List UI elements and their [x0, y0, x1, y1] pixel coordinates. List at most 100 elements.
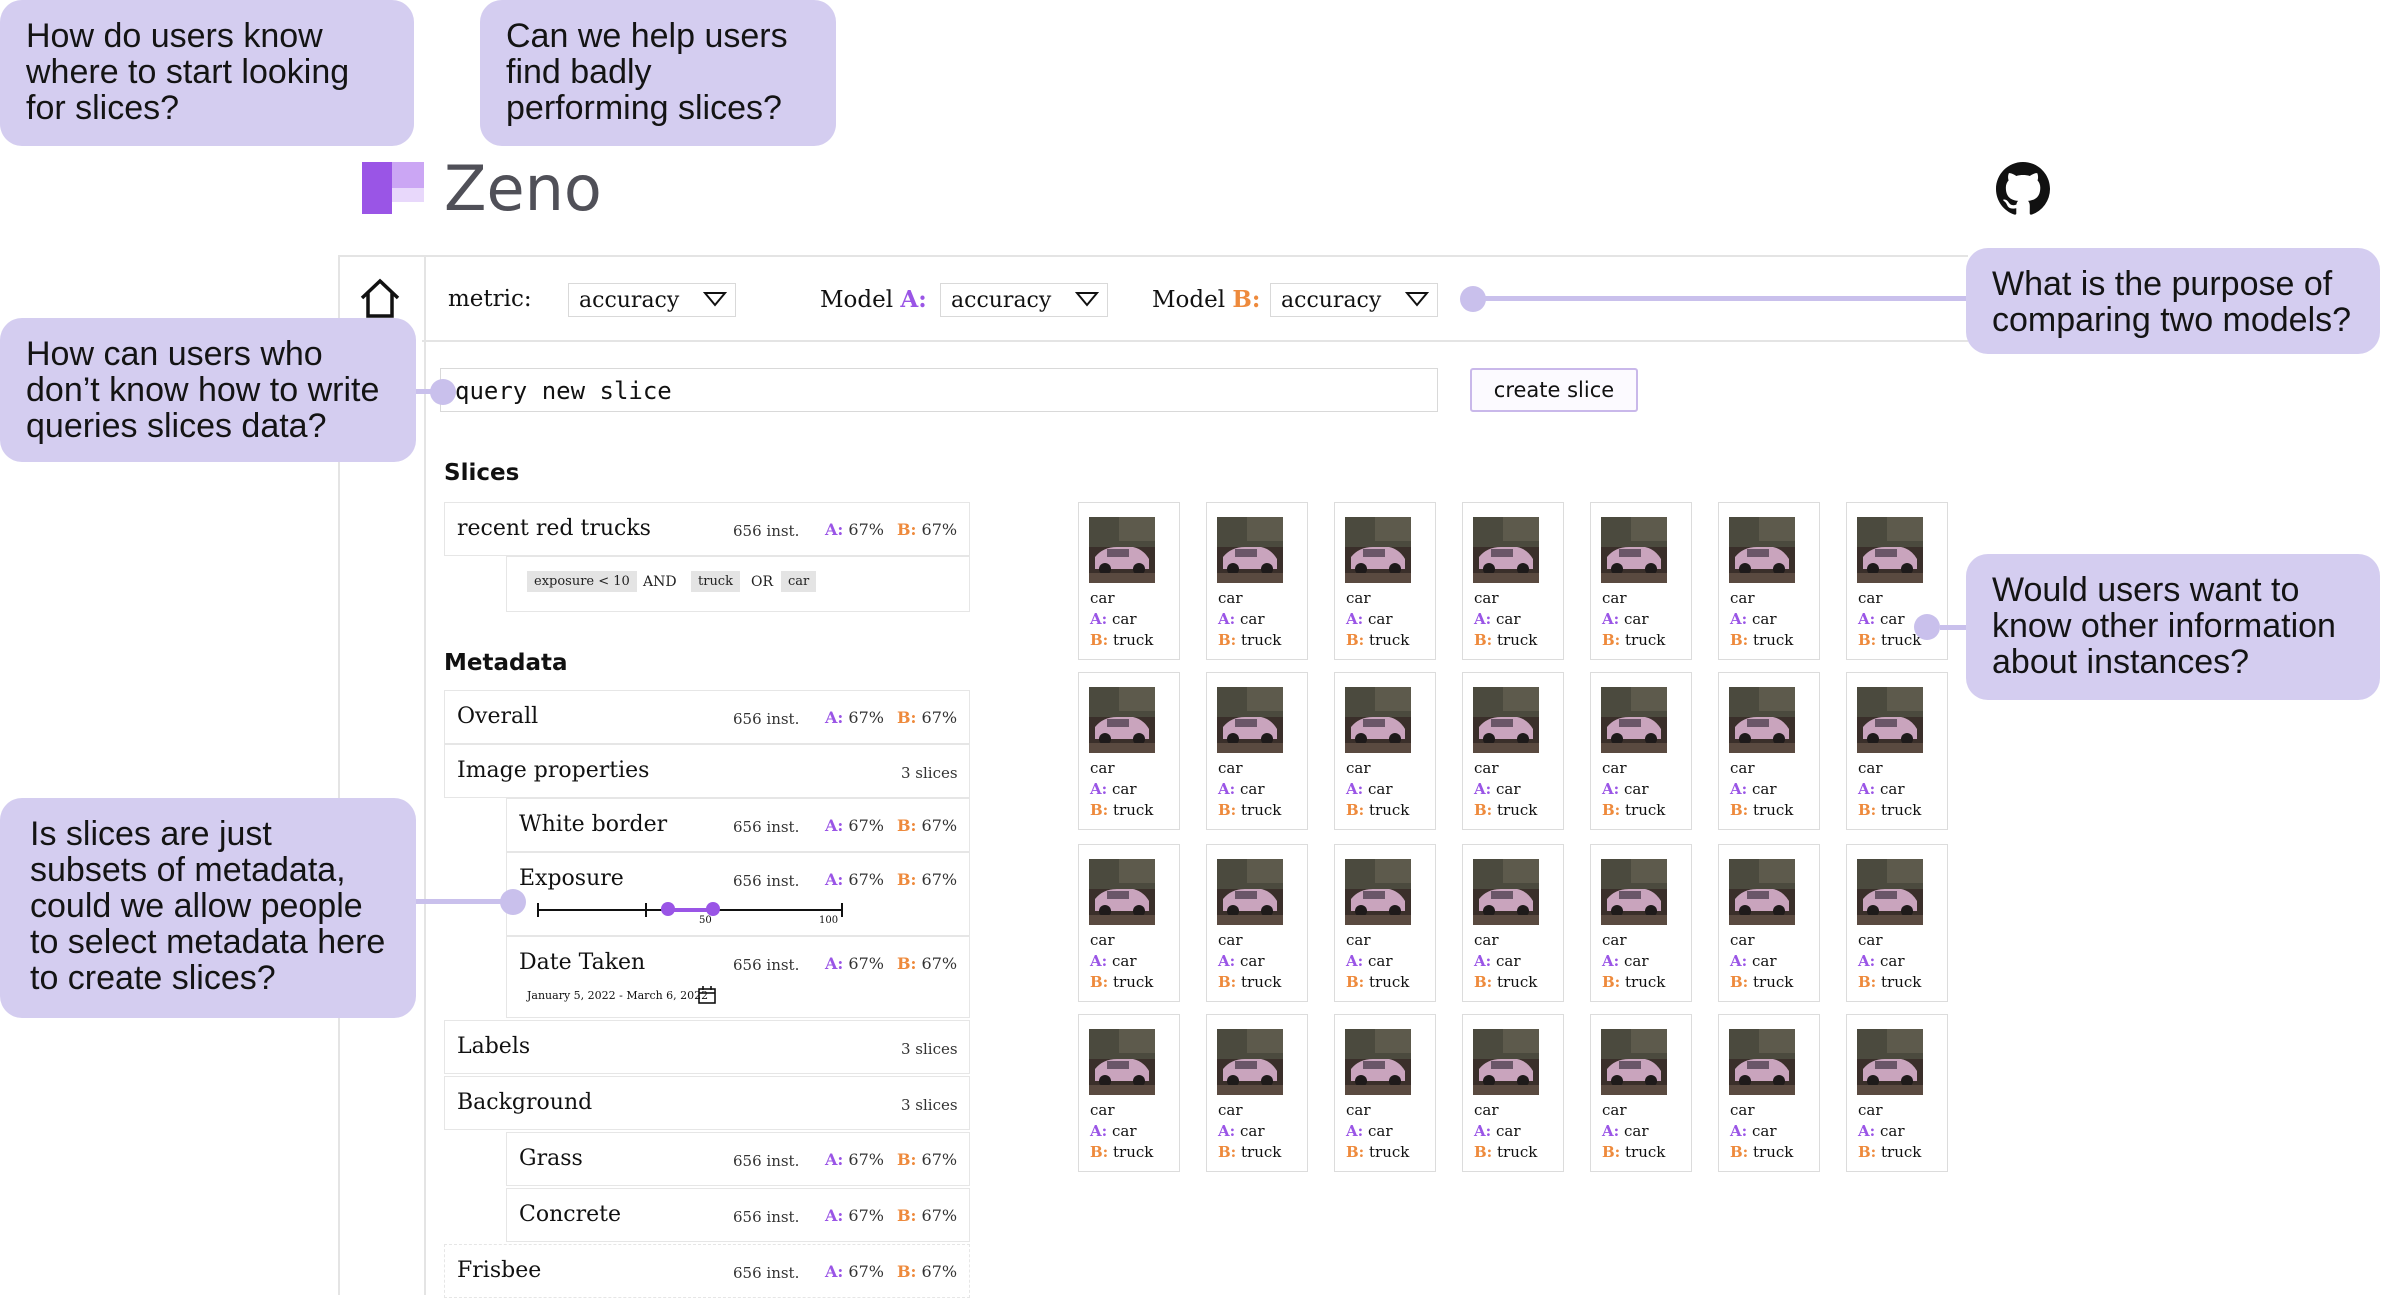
metadata-row-frisbee[interactable]: Frisbee 656 inst. A: 67% B: 67%	[444, 1244, 970, 1298]
instance-label: car	[1474, 931, 1499, 949]
instance-card[interactable]: car A: car B: truck	[1078, 1014, 1180, 1172]
exposure-slider-handle-high[interactable]	[706, 902, 721, 916]
filter-chip[interactable]: car	[781, 571, 817, 592]
metadata-row-overall[interactable]: Overall 656 inst. A: 67% B: 67%	[444, 690, 970, 744]
instance-card[interactable]: car A: car B: truck	[1078, 672, 1180, 830]
callout-start-looking: How do users know where to start looking…	[0, 0, 414, 146]
instance-pred-a: A: car	[1090, 610, 1137, 628]
instance-pred-b: B: truck	[1346, 973, 1410, 991]
callout-anchor-dot	[430, 379, 456, 405]
callout-bad-slices: Can we help users find badly performing …	[480, 0, 836, 146]
metric-select[interactable]: accuracy	[568, 283, 736, 317]
instance-label: car	[1858, 1101, 1883, 1119]
instance-thumbnail	[1601, 859, 1667, 925]
instance-card[interactable]: car A: car B: truck	[1718, 1014, 1820, 1172]
chevron-down-icon	[703, 292, 727, 307]
github-icon[interactable]	[1996, 162, 2050, 216]
instance-card[interactable]: car A: car B: truck	[1334, 502, 1436, 660]
model-b-select[interactable]: accuracy	[1270, 283, 1438, 317]
exposure-slider-handle-low[interactable]	[660, 902, 675, 916]
instance-thumbnail	[1345, 517, 1411, 583]
metadata-row-date-taken[interactable]: Date Taken 656 inst. A: 67% B: 67% Janua…	[506, 936, 970, 1018]
metadata-group-labels[interactable]: Labels 3 slices	[444, 1020, 970, 1074]
row-metric-a: 67%	[848, 1206, 884, 1225]
logo-mark	[362, 162, 392, 214]
instance-thumbnail	[1857, 859, 1923, 925]
instance-card[interactable]: car A: car B: truck	[1590, 844, 1692, 1002]
chevron-down-icon	[1075, 292, 1099, 307]
instance-pred-b: B: truck	[1858, 973, 1922, 991]
instance-card[interactable]: car A: car B: truck	[1462, 672, 1564, 830]
instance-pred-a: A: car	[1602, 610, 1649, 628]
instance-label: car	[1346, 1101, 1371, 1119]
instance-card[interactable]: car A: car B: truck	[1334, 844, 1436, 1002]
instance-pred-a: A: car	[1346, 1122, 1393, 1140]
instance-card[interactable]: car A: car B: truck	[1334, 672, 1436, 830]
instance-label: car	[1346, 759, 1371, 777]
instance-card[interactable]: car A: car B: truck	[1462, 844, 1564, 1002]
instance-card[interactable]: car A: car B: truck	[1846, 672, 1948, 830]
instance-card[interactable]: car A: car B: truck	[1846, 1014, 1948, 1172]
filter-chip[interactable]: exposure < 10	[527, 571, 637, 592]
instance-card[interactable]: car A: car B: truck	[1462, 1014, 1564, 1172]
row-name: Frisbee	[457, 1258, 542, 1283]
instance-card[interactable]: car A: car B: truck	[1590, 672, 1692, 830]
instance-pred-a: A: car	[1346, 780, 1393, 798]
instance-card[interactable]: car A: car B: truck	[1206, 672, 1308, 830]
instance-pred-a: A: car	[1474, 1122, 1521, 1140]
instance-label: car	[1730, 589, 1755, 607]
instance-thumbnail	[1345, 1029, 1411, 1095]
instance-pred-b: B: truck	[1218, 801, 1282, 819]
instance-label: car	[1090, 1101, 1115, 1119]
instance-pred-a: A: car	[1090, 1122, 1137, 1140]
instance-pred-a: A: car	[1858, 610, 1905, 628]
metadata-group-image-properties[interactable]: Image properties 3 slices	[444, 744, 970, 798]
instance-label: car	[1090, 759, 1115, 777]
model-a-label: Model A:	[820, 286, 927, 313]
metadata-group-background[interactable]: Background 3 slices	[444, 1076, 970, 1130]
instance-card[interactable]: car A: car B: truck	[1590, 502, 1692, 660]
slice-inst: 656 inst.	[733, 522, 800, 540]
create-slice-button[interactable]: create slice	[1470, 368, 1638, 412]
instance-card[interactable]: car A: car B: truck	[1078, 844, 1180, 1002]
slider-tick-label: 50	[699, 915, 712, 926]
row-name: Overall	[457, 704, 539, 729]
instance-card[interactable]: car A: car B: truck	[1078, 502, 1180, 660]
slices-heading: Slices	[444, 460, 520, 486]
instance-card[interactable]: car A: car B: truck	[1846, 844, 1948, 1002]
instance-card[interactable]: car A: car B: truck	[1206, 844, 1308, 1002]
instance-thumbnail	[1217, 517, 1283, 583]
instance-card[interactable]: car A: car B: truck	[1462, 502, 1564, 660]
instance-card[interactable]: car A: car B: truck	[1718, 672, 1820, 830]
metadata-row-exposure[interactable]: Exposure 656 inst. A: 67% B: 67% 50 100	[506, 852, 970, 936]
instance-thumbnail	[1729, 1029, 1795, 1095]
instance-card[interactable]: car A: car B: truck	[1334, 1014, 1436, 1172]
instance-thumbnail	[1217, 687, 1283, 753]
instance-thumbnail	[1345, 687, 1411, 753]
slice-metric-a: 67%	[848, 520, 884, 539]
instance-card[interactable]: car A: car B: truck	[1718, 502, 1820, 660]
toolbar-divider-top	[338, 255, 1968, 257]
instance-card[interactable]: car A: car B: truck	[1590, 1014, 1692, 1172]
instance-thumbnail	[1601, 517, 1667, 583]
home-icon[interactable]	[358, 276, 402, 320]
metadata-row-concrete[interactable]: Concrete 656 inst. A: 67% B: 67%	[506, 1188, 970, 1242]
row-inst: 656 inst.	[733, 956, 800, 974]
query-input[interactable]: query new slice	[440, 368, 1438, 412]
instance-card[interactable]: car A: car B: truck	[1718, 844, 1820, 1002]
instance-thumbnail	[1601, 1029, 1667, 1095]
instance-pred-a: A: car	[1858, 952, 1905, 970]
instance-label: car	[1602, 589, 1627, 607]
metadata-row-white-border[interactable]: White border 656 inst. A: 67% B: 67%	[506, 798, 970, 852]
instance-pred-b: B: truck	[1218, 631, 1282, 649]
instance-card[interactable]: car A: car B: truck	[1206, 1014, 1308, 1172]
instance-pred-b: B: truck	[1730, 631, 1794, 649]
instance-card[interactable]: car A: car B: truck	[1206, 502, 1308, 660]
model-a-select[interactable]: accuracy	[940, 283, 1108, 317]
calendar-icon[interactable]	[697, 985, 717, 1005]
row-name: Exposure	[519, 866, 624, 891]
slice-row[interactable]: recent red trucks 656 inst. A: 67% B: 67…	[444, 502, 970, 556]
filter-chip[interactable]: truck	[691, 571, 740, 592]
metadata-row-grass[interactable]: Grass 656 inst. A: 67% B: 67%	[506, 1132, 970, 1186]
row-name: Image properties	[457, 758, 650, 783]
